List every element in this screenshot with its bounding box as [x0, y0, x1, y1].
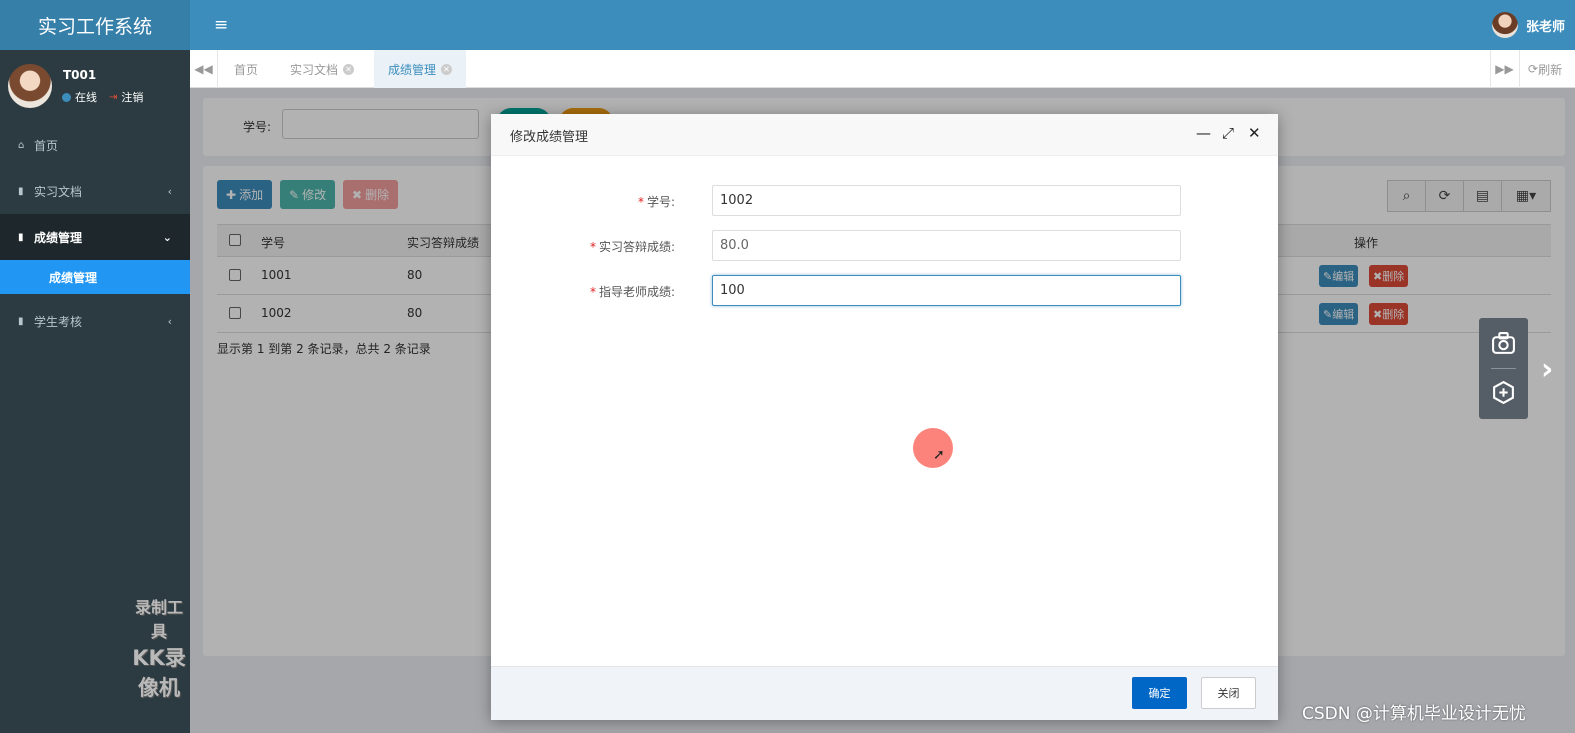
book-icon: ▮	[18, 185, 24, 197]
chevron-down-icon: ⌄	[162, 230, 172, 244]
dialog-header: 修改成绩管理 — ⤢ ✕	[491, 114, 1278, 156]
form-row-advisor-score: * 指导老师成绩: 100	[491, 275, 1278, 307]
sidebar-item-home[interactable]: ⌂ 首页	[0, 122, 190, 168]
tab-scroll-left-icon[interactable]: ◀◀	[190, 50, 218, 88]
hexagon-plus-icon[interactable]	[1491, 380, 1516, 405]
close-icon[interactable]: ✕	[441, 63, 453, 75]
status-text: 在线	[75, 91, 97, 104]
refresh-button[interactable]: ⟳ 刷新	[1519, 50, 1575, 88]
sidebar-item-label: 首页	[34, 138, 59, 153]
required-mark: *	[589, 285, 596, 299]
advisor-score-field[interactable]: 100	[712, 275, 1181, 306]
sidebar-item-label: 实习文档	[34, 184, 83, 199]
tab-label: 成绩管理	[388, 62, 437, 77]
user-id: T001	[63, 68, 97, 82]
close-icon[interactable]: ✕	[1248, 124, 1261, 142]
tab-label: 实习文档	[290, 62, 339, 77]
tab-bar: ◀◀ 首页 实习文档 ✕ 成绩管理 ✕ ▶▶ ⟳ 刷新	[190, 50, 1575, 88]
avatar	[1491, 12, 1518, 38]
tab-scroll-right-icon[interactable]: ▶▶	[1490, 50, 1518, 88]
avatar	[8, 64, 52, 108]
tab-home[interactable]: 首页	[220, 50, 272, 88]
required-mark: *	[589, 240, 596, 254]
field-label: * 指导老师成绩:	[590, 283, 675, 300]
maximize-icon[interactable]: ⤢	[1222, 124, 1234, 142]
book-icon: ▮	[18, 231, 24, 243]
minimize-icon[interactable]: —	[1196, 124, 1211, 142]
sidebar-item-label: 成绩管理	[34, 230, 83, 245]
field-label-text: 实习答辩成绩:	[598, 240, 675, 254]
top-navbar: 实习工作系统 ≡ 张老师	[0, 0, 1575, 50]
floating-toolbar	[1479, 318, 1528, 419]
form-row-student-id: * 学号: 1002	[491, 185, 1278, 217]
required-mark: *	[637, 195, 644, 209]
chevron-right-icon[interactable]: ›	[1541, 352, 1553, 387]
csdn-watermark: CSDN @计算机毕业设计无忧	[1302, 704, 1526, 724]
mouse-cursor-icon: ➚	[933, 447, 945, 463]
sidebar-item-label: 学生考核	[34, 314, 83, 329]
form-row-defense-score: * 实习答辩成绩: 80.0	[491, 230, 1278, 262]
online-dot-icon	[62, 92, 71, 102]
user-status: 在线 ⇥ 注销	[62, 89, 143, 105]
dialog-title: 修改成绩管理	[510, 130, 589, 145]
student-id-field[interactable]: 1002	[712, 185, 1181, 216]
user-menu[interactable]: 张老师	[1491, 12, 1565, 38]
user-panel: T001 在线 ⇥ 注销	[0, 50, 190, 122]
field-label: * 实习答辩成绩:	[590, 238, 675, 255]
header-user-name: 张老师	[1525, 19, 1565, 35]
close-icon[interactable]: ✕	[343, 63, 355, 75]
refresh-label: 刷新	[1538, 62, 1563, 77]
close-button[interactable]: 关闭	[1201, 677, 1256, 709]
home-icon: ⌂	[18, 139, 25, 151]
camera-icon[interactable]	[1491, 331, 1516, 356]
sidebar-item-assessment[interactable]: ▮ 学生考核 ‹	[0, 298, 190, 344]
recorder-watermark: 录制工具 KK录像机	[128, 594, 190, 702]
book-icon: ▮	[18, 315, 24, 327]
dialog-footer: 确定 关闭	[491, 666, 1278, 720]
defense-score-field[interactable]: 80.0	[712, 230, 1181, 261]
sidebar: T001 在线 ⇥ 注销 ⌂ 首页 ▮ 实习文档 ‹ ▮ 成绩管理 ⌄ 成绩管理…	[0, 50, 190, 733]
app-title[interactable]: 实习工作系统	[0, 0, 190, 50]
logout-link[interactable]: 注销	[121, 89, 143, 105]
chevron-left-icon: ‹	[167, 314, 172, 328]
recorder-line2: KK录像机	[132, 646, 186, 700]
sidebar-item-grades[interactable]: ▮ 成绩管理 ⌄	[0, 214, 190, 260]
chevron-left-icon: ‹	[167, 184, 172, 198]
recorder-line1: 录制工具	[134, 598, 183, 641]
confirm-button[interactable]: 确定	[1132, 677, 1187, 709]
menu-toggle-icon[interactable]: ≡	[214, 16, 230, 34]
sidebar-item-docs[interactable]: ▮ 实习文档 ‹	[0, 168, 190, 214]
separator	[1491, 368, 1516, 369]
field-label-text: 学号:	[646, 195, 675, 209]
tab-grades[interactable]: 成绩管理 ✕	[374, 50, 467, 88]
tab-docs[interactable]: 实习文档 ✕	[276, 50, 368, 88]
field-label-text: 指导老师成绩:	[598, 285, 675, 299]
refresh-icon: ⟳	[1528, 62, 1539, 76]
field-label: * 学号:	[638, 193, 675, 210]
logout-icon[interactable]: ⇥	[109, 92, 117, 103]
sidebar-subitem-grades[interactable]: 成绩管理	[0, 260, 190, 294]
tab-label: 首页	[234, 62, 259, 77]
edit-grade-dialog: 修改成绩管理 — ⤢ ✕ * 学号: 1002 * 实习答辩成绩: 80.0 * 指导…	[491, 114, 1278, 720]
